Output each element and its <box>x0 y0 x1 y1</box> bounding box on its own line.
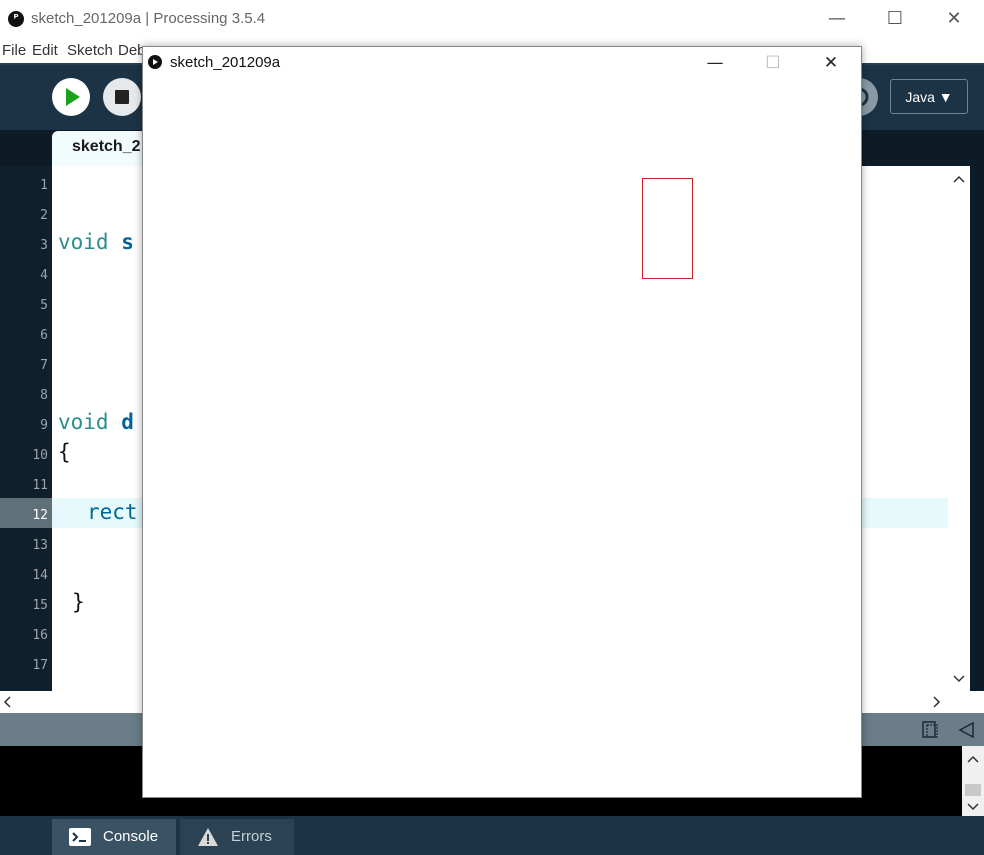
line-number: 16 <box>32 628 48 643</box>
tab-errors[interactable]: Errors <box>180 819 294 855</box>
line-number: 8 <box>40 388 48 403</box>
editor-right-border <box>970 166 984 691</box>
code-line-9: void d <box>58 410 134 434</box>
warning-icon <box>198 828 218 846</box>
line-number: 14 <box>32 568 48 583</box>
sketch-window-title: sketch_201209a <box>170 54 281 71</box>
sketch-maximize-button: ☐ <box>765 53 781 73</box>
code-line-3: void s <box>58 230 134 254</box>
editor-vertical-scrollbar[interactable] <box>948 166 970 691</box>
menu-edit[interactable]: Edit <box>32 42 58 59</box>
copy-console-icon[interactable] <box>922 720 940 745</box>
line-number: 5 <box>40 298 48 313</box>
console-scrollbar[interactable] <box>962 746 984 816</box>
sketch-close-button[interactable]: ✕ <box>802 48 860 78</box>
line-number: 6 <box>40 328 48 343</box>
console-icon <box>69 828 91 846</box>
close-button[interactable]: ✕ <box>925 0 983 38</box>
tab-console-label: Console <box>103 828 159 845</box>
minimize-button[interactable]: — <box>808 0 866 38</box>
code-keyword-void: void <box>58 230 109 254</box>
stop-button[interactable] <box>103 78 141 116</box>
code-function-draw: d <box>121 410 134 434</box>
code-line-15: } <box>72 590 85 614</box>
drawn-rectangle <box>642 178 693 279</box>
line-number: 7 <box>40 358 48 373</box>
sketch-window[interactable] <box>142 46 862 798</box>
scroll-arrows-icon <box>953 175 965 683</box>
run-button[interactable] <box>52 78 90 116</box>
play-icon <box>66 88 80 106</box>
code-function-setup: s <box>121 230 134 254</box>
line-number: 13 <box>32 538 48 553</box>
stop-icon <box>115 90 129 104</box>
code-keyword-void: void <box>58 410 109 434</box>
line-number: 1 <box>40 178 48 193</box>
line-number: 10 <box>32 448 48 463</box>
tab-console[interactable]: Console <box>52 819 176 855</box>
scroll-arrows-icon <box>965 755 981 811</box>
line-number: 15 <box>32 598 48 613</box>
line-number: 9 <box>40 418 48 433</box>
code-line-12: rect <box>87 500 138 524</box>
sketch-run-icon <box>148 55 162 69</box>
line-number: 4 <box>40 268 48 283</box>
line-number: 12 <box>32 508 48 523</box>
line-number: 11 <box>32 478 48 493</box>
window-title: sketch_201209a | Processing 3.5.4 <box>31 10 266 27</box>
scrollbar-corner <box>948 691 984 713</box>
menu-sketch[interactable]: Sketch <box>67 42 113 59</box>
tab-errors-label: Errors <box>231 828 272 845</box>
sketch-minimize-button[interactable]: — <box>686 48 744 78</box>
line-number: 3 <box>40 238 48 253</box>
collapse-console-icon[interactable] <box>957 721 975 744</box>
tab-sketch-label: sketch_2 <box>72 138 141 155</box>
menu-file[interactable]: File <box>2 42 26 59</box>
line-number: 17 <box>32 658 48 673</box>
line-number: 2 <box>40 208 48 223</box>
mode-selector[interactable]: Java ▼ <box>890 79 968 114</box>
code-line-10: { <box>58 440 71 464</box>
maximize-button[interactable]: ☐ <box>866 0 924 38</box>
processing-logo-icon: ᴾ <box>8 11 24 27</box>
